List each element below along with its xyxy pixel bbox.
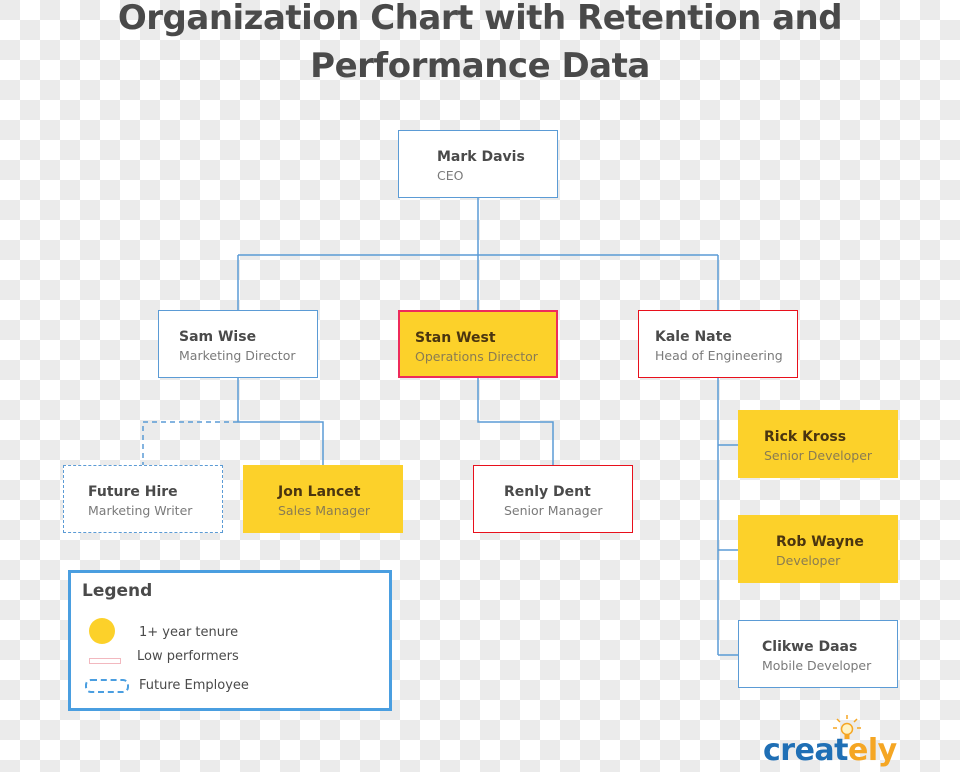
connector-marketing-to-sales xyxy=(238,421,324,465)
node-name: Rob Wayne xyxy=(776,534,864,550)
node-developer[interactable]: Rob Wayne Developer xyxy=(738,515,898,583)
legend: Legend 1+ year tenure Low performers Fut… xyxy=(68,570,392,711)
creately-logo[interactable]: creately xyxy=(763,733,897,769)
node-role: Marketing Director xyxy=(179,348,296,363)
node-role: Mobile Developer xyxy=(762,658,872,673)
node-operations-director[interactable]: Stan West Operations Director xyxy=(398,310,558,378)
logo-text-main: creat xyxy=(763,733,849,768)
node-role: Sales Manager xyxy=(278,503,371,518)
legend-title: Legend xyxy=(82,581,153,601)
low-performer-rect-icon xyxy=(89,658,121,664)
node-role: Developer xyxy=(776,553,841,568)
node-role: Senior Developer xyxy=(764,448,873,463)
node-role: CEO xyxy=(437,168,464,183)
future-employee-dashed-icon xyxy=(85,679,129,693)
node-mobile-developer[interactable]: Clikwe Daas Mobile Developer xyxy=(738,620,898,688)
logo-text-accent: ely xyxy=(848,733,897,768)
connector-marketing-to-future-hire xyxy=(142,421,238,465)
legend-label-future: Future Employee xyxy=(139,678,249,693)
node-name: Jon Lancet xyxy=(278,484,361,500)
node-name: Rick Kross xyxy=(764,429,847,445)
node-name: Renly Dent xyxy=(504,484,591,500)
node-senior-manager[interactable]: Renly Dent Senior Manager xyxy=(473,465,633,533)
node-role: Head of Engineering xyxy=(655,348,783,363)
node-role: Senior Manager xyxy=(504,503,603,518)
node-sales-manager[interactable]: Jon Lancet Sales Manager xyxy=(243,465,403,533)
connector-operations-to-senior-manager xyxy=(477,378,554,465)
node-name: Clikwe Daas xyxy=(762,639,858,655)
node-marketing-director[interactable]: Sam Wise Marketing Director xyxy=(158,310,318,378)
tenure-circle-icon xyxy=(89,618,115,644)
legend-label-tenure: 1+ year tenure xyxy=(139,625,239,640)
node-name: Kale Nate xyxy=(655,329,732,345)
legend-label-low-performers: Low performers xyxy=(137,649,239,664)
node-role: Marketing Writer xyxy=(88,503,193,518)
node-role: Operations Director xyxy=(415,349,538,364)
node-head-engineering[interactable]: Kale Nate Head of Engineering xyxy=(638,310,798,378)
node-name: Sam Wise xyxy=(179,329,257,345)
node-senior-developer[interactable]: Rick Kross Senior Developer xyxy=(738,410,898,478)
node-name: Mark Davis xyxy=(437,149,525,165)
node-name: Stan West xyxy=(415,330,496,346)
node-name: Future Hire xyxy=(88,484,178,500)
node-future-hire[interactable]: Future Hire Marketing Writer xyxy=(63,465,223,533)
node-ceo[interactable]: Mark Davis CEO xyxy=(398,130,558,198)
